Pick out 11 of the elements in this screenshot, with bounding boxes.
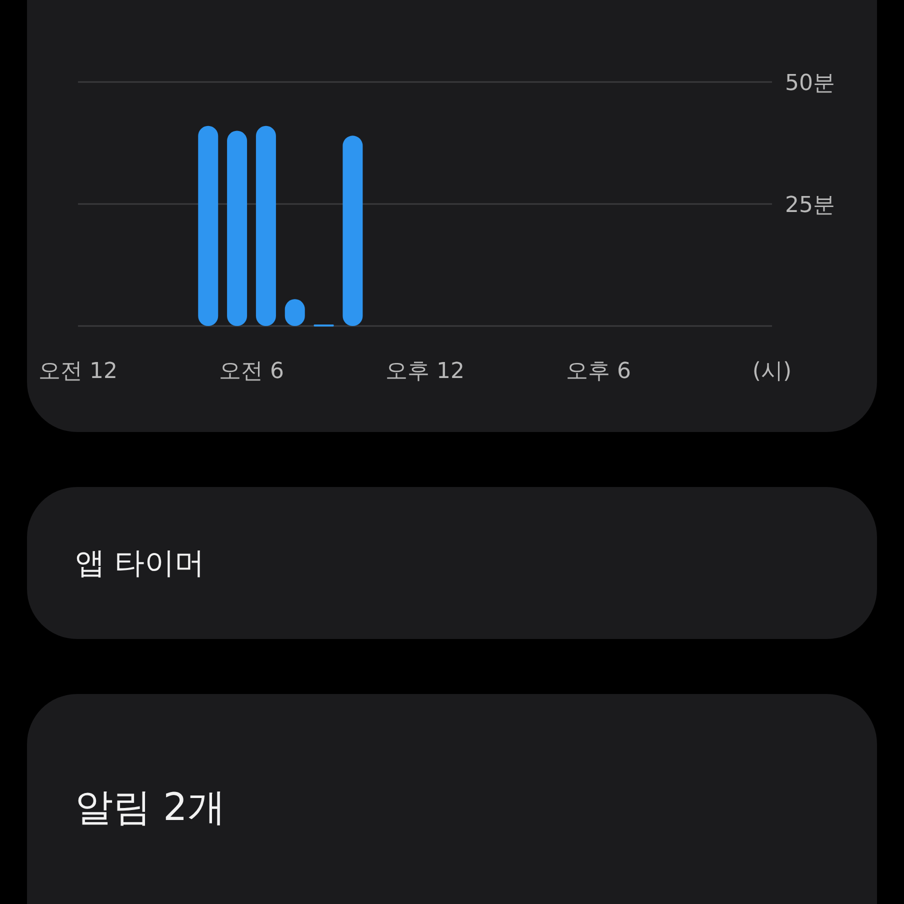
x-tick-label: 오후 6	[566, 359, 631, 384]
x-tick-label: 오전 6	[219, 359, 284, 384]
y-tick-label: 25분	[785, 193, 835, 218]
bar	[314, 324, 334, 327]
notifications-title: 알림 2개	[75, 785, 226, 829]
x-tick-label: 오전 12	[38, 359, 118, 384]
bar	[284, 299, 305, 326]
app-timer-title: 앱 타이머	[75, 544, 205, 582]
axis-unit-label: (시)	[752, 359, 792, 384]
y-tick-label: 50분	[785, 71, 835, 96]
x-tick-label: 오후 12	[386, 359, 464, 384]
